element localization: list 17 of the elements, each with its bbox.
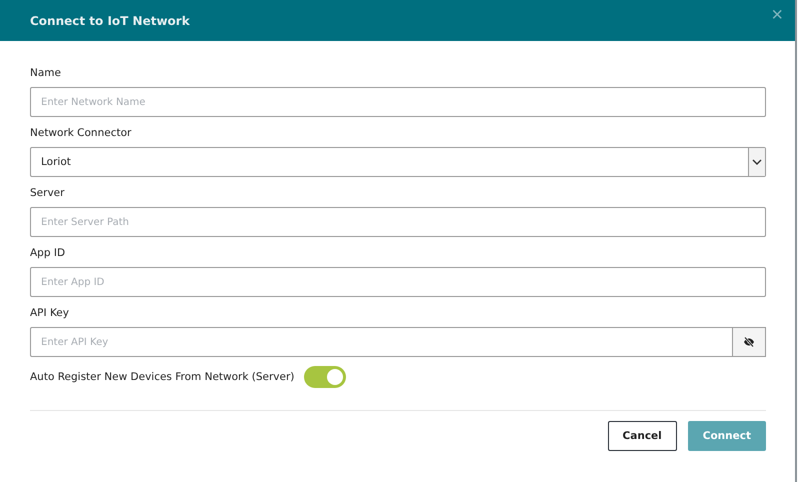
eye-slash-icon xyxy=(743,337,755,347)
hide-password-button[interactable] xyxy=(733,327,766,357)
cancel-button[interactable]: Cancel xyxy=(608,421,677,451)
field-label: Server xyxy=(30,187,66,199)
input-field[interactable]: Enter Network Name xyxy=(30,87,766,117)
toggle-label: Auto Register New Devices From Network (Server) xyxy=(30,371,294,383)
dropdown[interactable]: Loriot xyxy=(30,147,766,177)
field-label: Name xyxy=(30,67,62,79)
field-label: Network Connector xyxy=(30,127,132,139)
input-field[interactable]: Enter App ID xyxy=(30,267,766,297)
input-field[interactable]: Enter API Key xyxy=(30,327,733,357)
field-label: App ID xyxy=(30,247,66,259)
field-label: API Key xyxy=(30,307,70,319)
toggle-switch[interactable] xyxy=(304,366,346,388)
chevron-down-icon xyxy=(752,159,762,165)
dialog-title: Connect to IoT Network xyxy=(30,14,190,28)
input-field[interactable]: Enter Server Path xyxy=(30,207,766,237)
